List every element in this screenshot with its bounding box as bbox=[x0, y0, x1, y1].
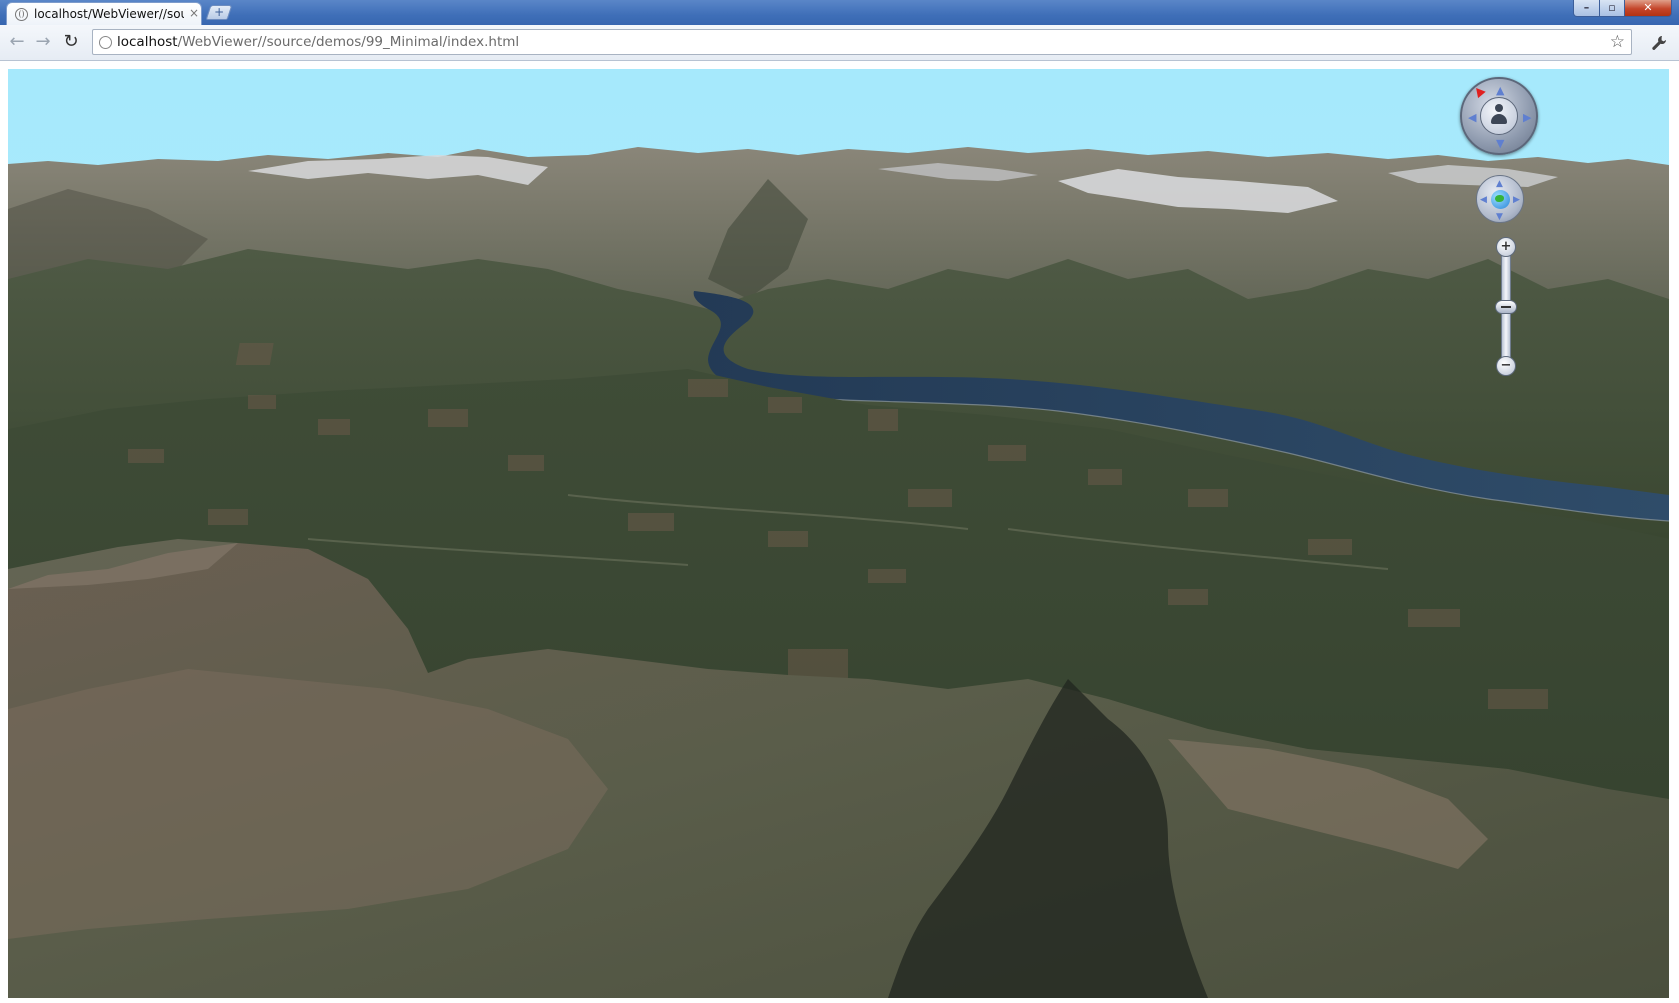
tab-close-icon[interactable]: × bbox=[189, 6, 199, 20]
terrain-scene bbox=[8, 69, 1669, 998]
rotate-left-arrow-icon[interactable]: ◀ bbox=[1480, 195, 1487, 206]
person-navigation-icon bbox=[1491, 104, 1507, 128]
north-marker-icon bbox=[1472, 84, 1486, 99]
plus-icon: + bbox=[214, 5, 225, 19]
tilt-down-arrow-icon[interactable]: ▼ bbox=[1496, 212, 1503, 223]
browser-tab[interactable]: localhost/WebViewer//sour × bbox=[6, 2, 202, 25]
globe-icon bbox=[1491, 190, 1510, 209]
tab-title: localhost/WebViewer//sour bbox=[34, 7, 184, 21]
new-tab-button[interactable]: + bbox=[205, 5, 233, 20]
browser-titlebar: localhost/WebViewer//sour × + – ▫ ✕ bbox=[0, 0, 1679, 25]
url-host: localhost bbox=[117, 34, 178, 50]
url-path: /WebViewer//source/demos/99_Minimal/inde… bbox=[177, 34, 520, 50]
page-globe-icon bbox=[99, 36, 112, 49]
bookmark-star-icon[interactable]: ☆ bbox=[1610, 32, 1625, 52]
rotate-right-arrow-icon[interactable]: ▶ bbox=[1513, 195, 1520, 206]
zoom-in-button[interactable]: + bbox=[1496, 237, 1516, 257]
globe-navigation-pad[interactable]: ▲ ▼ ◀ ▶ bbox=[1476, 175, 1524, 223]
map-viewport[interactable]: ▲ ▼ ◀ ▶ ▲ ▼ ◀ ▶ + − bbox=[8, 69, 1669, 998]
address-bar[interactable]: localhost/WebViewer//source/demos/99_Min… bbox=[92, 29, 1632, 55]
pan-right-arrow-icon[interactable]: ▶ bbox=[1523, 112, 1531, 123]
tilt-up-arrow-icon[interactable]: ▲ bbox=[1496, 179, 1503, 190]
back-button[interactable]: ← bbox=[6, 31, 28, 53]
zoom-out-button[interactable]: − bbox=[1496, 356, 1516, 376]
minimize-button[interactable]: – bbox=[1573, 0, 1600, 17]
pan-left-arrow-icon[interactable]: ◀ bbox=[1468, 112, 1476, 123]
close-window-button[interactable]: ✕ bbox=[1624, 0, 1672, 17]
pan-up-arrow-icon[interactable]: ▲ bbox=[1496, 85, 1504, 96]
wrench-menu-icon[interactable] bbox=[1648, 32, 1670, 54]
look-around-control[interactable] bbox=[1480, 97, 1518, 135]
zoom-slider-thumb[interactable] bbox=[1495, 300, 1517, 314]
page-favicon-icon bbox=[15, 8, 28, 21]
url-text[interactable]: localhost/WebViewer//source/demos/99_Min… bbox=[117, 34, 519, 50]
browser-toolbar: ← → ↻ localhost/WebViewer//source/demos/… bbox=[0, 25, 1679, 61]
navigation-compass[interactable]: ▲ ▼ ◀ ▶ bbox=[1460, 77, 1538, 155]
forward-button[interactable]: → bbox=[32, 31, 54, 53]
maximize-button[interactable]: ▫ bbox=[1599, 0, 1625, 17]
reload-button[interactable]: ↻ bbox=[60, 31, 82, 53]
pan-down-arrow-icon[interactable]: ▼ bbox=[1496, 138, 1504, 149]
